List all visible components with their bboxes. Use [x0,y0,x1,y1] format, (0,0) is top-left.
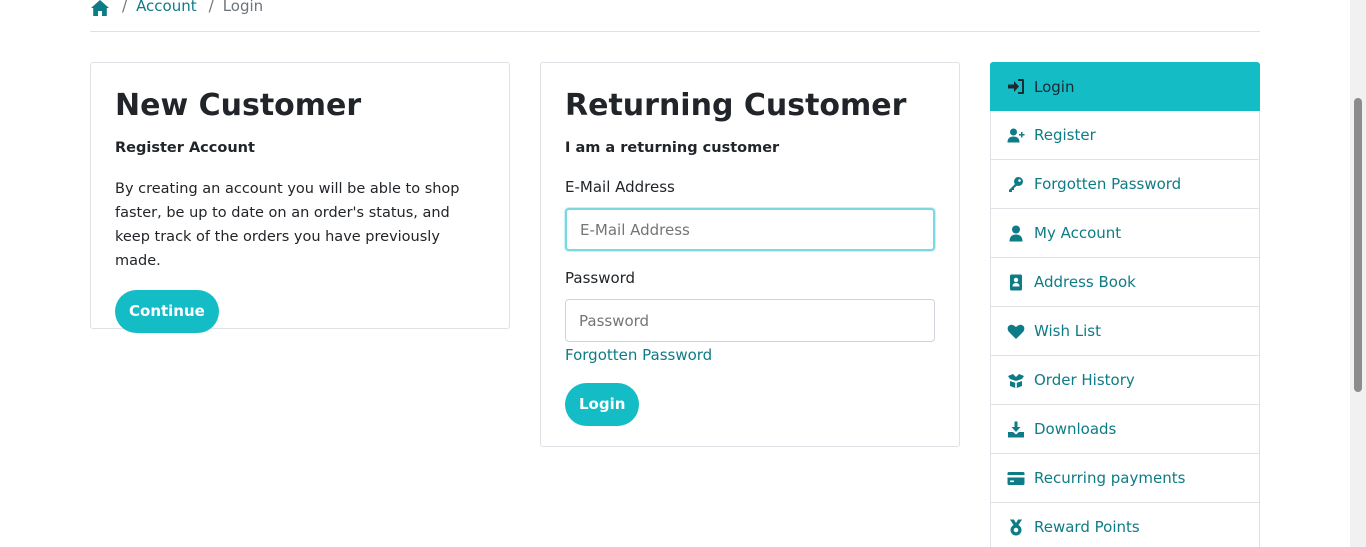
side-menu-label: Downloads [1034,420,1117,438]
address-book-icon [1006,273,1026,291]
side-menu-label: My Account [1034,224,1122,242]
register-account-subtitle: Register Account [115,140,255,156]
user-plus-icon [1006,126,1026,144]
page-scrollbar[interactable] [1350,0,1366,547]
password-field[interactable] [565,299,935,342]
new-customer-title: New Customer [115,88,362,123]
scrollbar-thumb[interactable] [1354,98,1362,392]
side-menu-label: Address Book [1034,273,1136,291]
side-menu-item-register[interactable]: Register [990,111,1260,160]
medal-icon [1006,518,1026,536]
side-menu-item-login[interactable]: Login [990,62,1260,111]
new-customer-card: New Customer Register Account By creatin… [90,62,510,333]
returning-customer-card: Returning Customer I am a returning cust… [540,62,960,447]
side-menu-label: Login [1034,77,1075,96]
side-menu-label: Forgotten Password [1034,175,1182,193]
side-menu-item-address-book[interactable]: Address Book [990,258,1260,307]
breadcrumb-separator: / [208,0,214,15]
side-menu-item-order-history[interactable]: Order History [990,356,1260,405]
forgotten-password-link[interactable]: Forgotten Password [565,344,935,366]
email-field[interactable] [565,208,935,251]
side-menu-item-downloads[interactable]: Downloads [990,405,1260,454]
breadcrumb-separator: / [122,0,128,15]
side-menu-label: Register [1034,126,1096,144]
box-open-icon [1006,371,1026,389]
returning-customer-subtitle: I am a returning customer [565,140,780,156]
email-label: E-Mail Address [565,178,675,196]
breadcrumb: / Account / Login [90,0,1260,32]
user-icon [1006,224,1026,242]
heart-icon [1006,322,1026,340]
password-label: Password [565,269,636,287]
side-menu-item-reward-points[interactable]: Reward Points [990,503,1260,547]
sign-in-icon [1006,78,1026,96]
side-menu-item-recurring-payments[interactable]: Recurring payments [990,454,1260,503]
side-menu-item-my-account[interactable]: My Account [990,209,1260,258]
side-menu-item-wish-list[interactable]: Wish List [990,307,1260,356]
side-menu-label: Wish List [1034,322,1101,340]
side-menu-label: Reward Points [1034,518,1140,536]
login-button[interactable]: Login [565,383,640,426]
returning-customer-title: Returning Customer [565,88,907,123]
continue-button[interactable]: Continue [115,290,219,333]
key-icon [1006,175,1026,193]
credit-card-icon [1006,469,1026,487]
account-side-menu: Login Register Forgotten Password My Acc… [990,62,1260,547]
home-icon[interactable] [90,0,110,17]
side-menu-item-forgotten-password[interactable]: Forgotten Password [990,160,1260,209]
breadcrumb-current: Login [222,0,264,15]
new-customer-description: By creating an account you will be able … [115,181,460,269]
download-icon [1006,420,1026,438]
side-menu-label: Order History [1034,371,1135,389]
breadcrumb-account-link[interactable]: Account [136,0,197,15]
side-menu-label: Recurring payments [1034,469,1186,487]
